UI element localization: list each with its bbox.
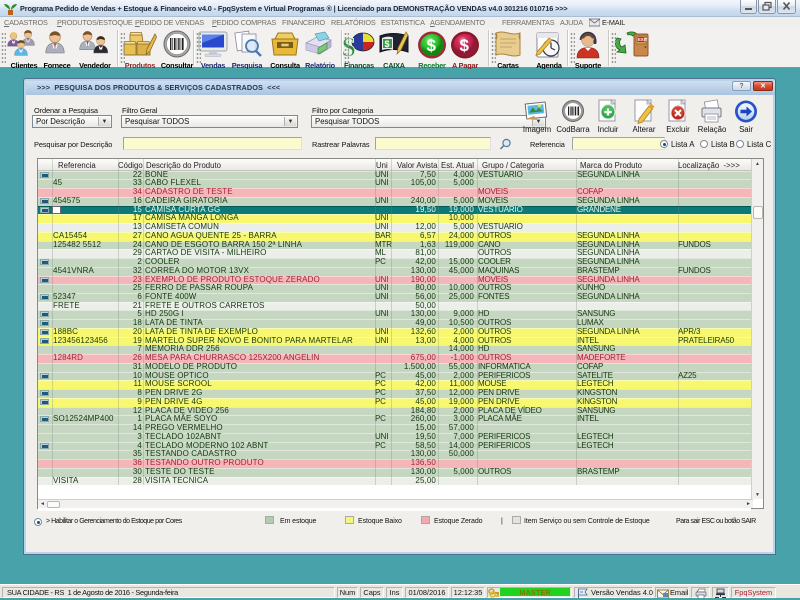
svg-text:$: $ [460,36,470,55]
svg-text:$: $ [385,39,390,49]
svg-text:$: $ [427,36,437,55]
svg-text:EXIT: EXIT [638,37,648,42]
